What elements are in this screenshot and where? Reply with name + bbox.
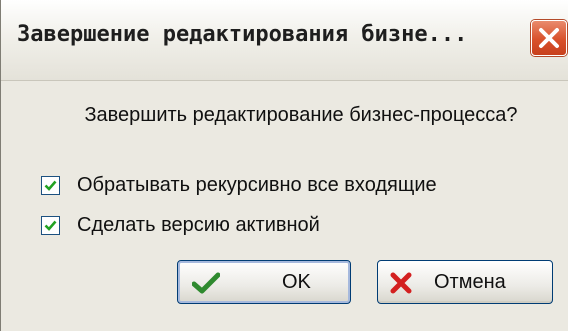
cross-icon (390, 272, 412, 294)
checkmark-icon (44, 180, 57, 191)
cancel-label: Отмена (434, 271, 506, 293)
checkmark-icon (192, 272, 220, 294)
close-icon (539, 28, 559, 48)
checkmark-icon (44, 220, 57, 231)
title-bar[interactable]: Завершение редактирования бизне... (1, 0, 568, 81)
recursive-checkbox[interactable] (41, 176, 60, 195)
make-active-label: Сделать версию активной (77, 214, 320, 236)
dialog-title: Завершение редактирования бизне... (17, 22, 468, 47)
ok-button[interactable]: OK (177, 260, 351, 304)
cancel-button[interactable]: Отмена (377, 260, 553, 304)
confirm-dialog: Завершение редактирования бизне... Завер… (0, 0, 568, 331)
recursive-label: Обратывать рекурсивно все входящие (77, 174, 437, 196)
dialog-question: Завершить редактирование бизнес-процесса… (84, 104, 518, 126)
ok-label: OK (282, 271, 311, 293)
close-button[interactable] (531, 20, 567, 56)
make-active-checkbox[interactable] (41, 216, 60, 235)
